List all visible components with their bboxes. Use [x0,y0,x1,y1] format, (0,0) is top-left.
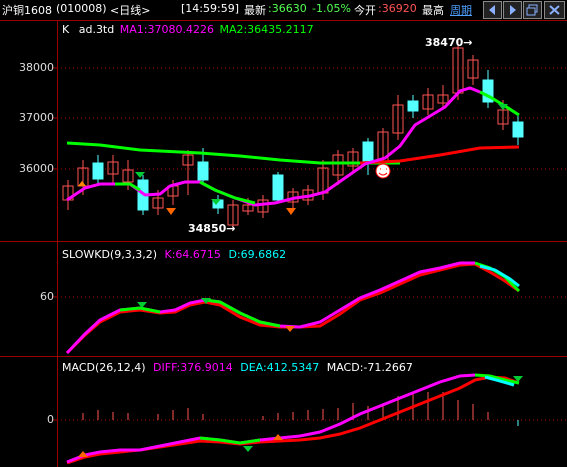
k-label: K [62,23,70,36]
ma1-value: MA1:37080.4226 [119,23,214,36]
kd-info: SLOWKD(9,3,3,2) K:64.6715 D:69.6862 [62,248,286,261]
low-annotation-value: 34850 [188,222,227,235]
smiley-icon [375,163,391,179]
macd-diff-value: DIFF:376.9014 [153,361,233,374]
macd-histogram [82,392,519,426]
macd-panel-separator [0,356,567,357]
macd-y-label: 0 [47,413,54,426]
header-separator [0,20,567,21]
main-indicator-info: K ad.3td MA1:37080.4226 MA2:36435.2117 [62,23,314,36]
arrow-right-icon: → [463,36,473,49]
macd-value: MACD:-71.2667 [326,361,413,374]
macd-dea-value: DEA:412.5347 [240,361,320,374]
y-axis-line [57,20,58,467]
low-annotation: 34850→ [188,222,236,235]
kd-d-value: D:69.6862 [228,248,287,261]
ma-lines [66,86,520,207]
y-label-38000: 38000 [19,61,54,74]
kd-panel-separator [0,241,567,242]
kd-k-value: K:64.6715 [164,248,221,261]
kd-name: SLOWKD(9,3,3,2) [62,248,158,261]
high-annotation: 38470→ [425,36,473,49]
high-annotation-value: 38470 [425,36,464,49]
macd-name: MACD(26,12,4) [62,361,146,374]
indicator-name: ad.3td [78,23,115,36]
kd-y-label: 60 [40,290,54,303]
kd-lines [65,261,521,355]
y-label-37000: 37000 [19,111,54,124]
arrow-right-icon: → [226,222,236,235]
macd-info: MACD(26,12,4) DIFF:376.9014 DEA:412.5347… [62,361,413,374]
chart-canvas [52,40,567,465]
ma2-value: MA2:36435.2117 [219,23,314,36]
y-label-36000: 36000 [19,162,54,175]
